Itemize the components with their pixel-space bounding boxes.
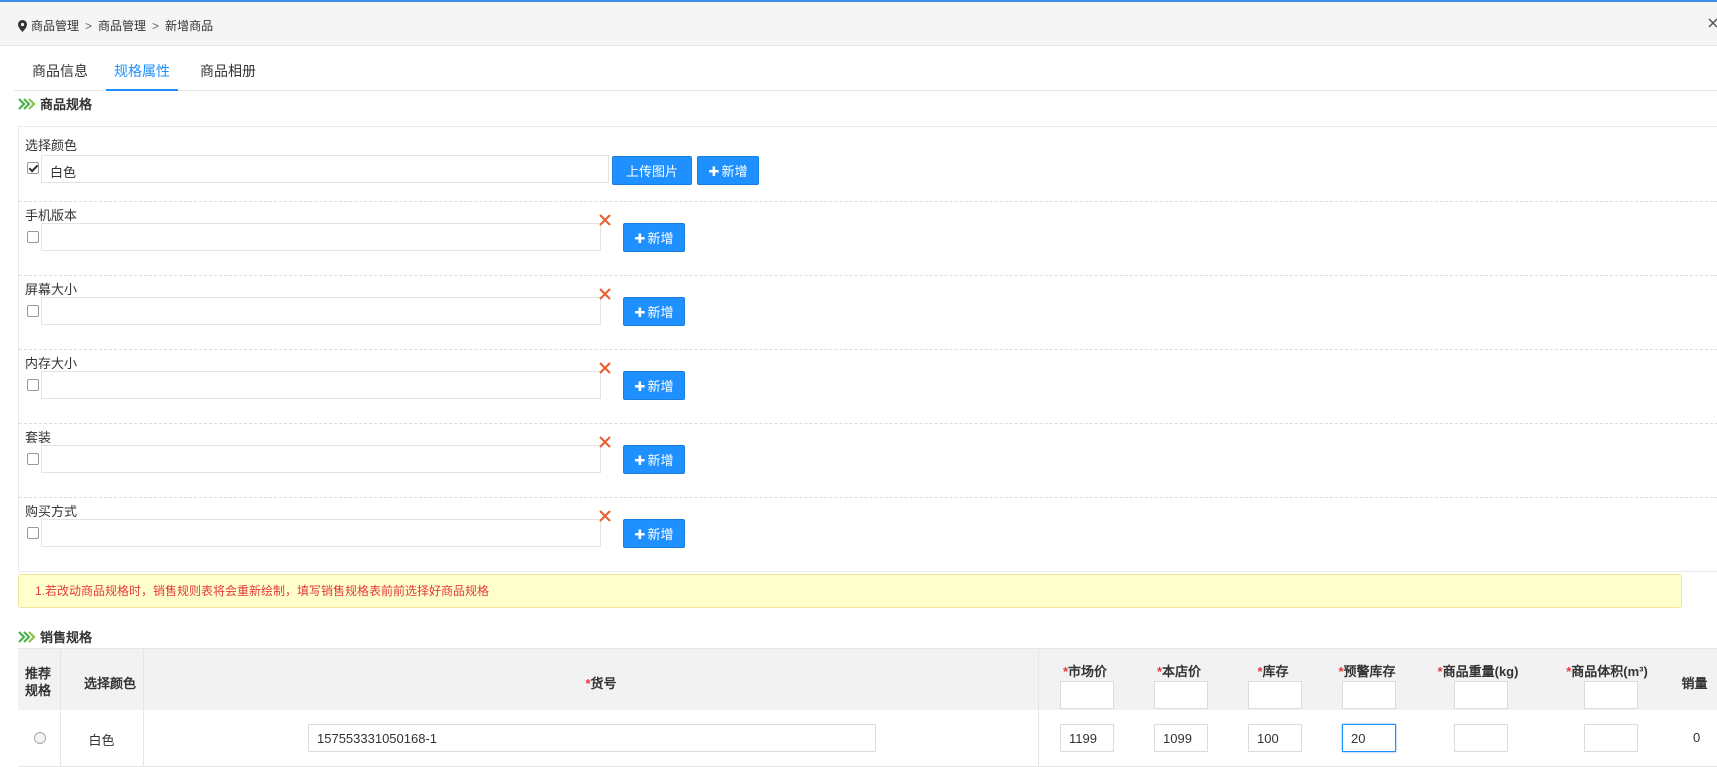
batch-market-price-input[interactable]: [1060, 681, 1114, 709]
section-title: 商品规格: [40, 97, 93, 112]
delete-x-icon[interactable]: [598, 287, 612, 301]
batch-warn-stock-input[interactable]: [1342, 681, 1396, 709]
top-bar: 商品管理 > 商品管理 > 新增商品: [0, 2, 1717, 46]
add-spec-button[interactable]: ✚ 新增: [623, 297, 685, 326]
delete-x-icon[interactable]: [598, 509, 612, 523]
double-chevron-icon: [18, 97, 36, 110]
th-shop-price: *本店价: [1156, 664, 1202, 679]
batch-weight-input[interactable]: [1454, 681, 1508, 709]
table-header-row: 推荐规格 选择颜色 *货号 *市场价 *本店价 *库存 *预警库存 *商品重量(…: [18, 648, 1717, 712]
delete-x-icon[interactable]: [598, 213, 612, 227]
upload-image-button[interactable]: 上传图片: [612, 156, 692, 185]
spec-value-input[interactable]: [41, 445, 601, 473]
spec-value-input[interactable]: [41, 519, 601, 547]
add-spec-button[interactable]: ✚ 新增: [623, 445, 685, 474]
spec-value-input[interactable]: [41, 223, 601, 251]
th-weight: *商品重量(kg): [1437, 664, 1519, 679]
shop-price-input[interactable]: 1099: [1154, 724, 1208, 752]
spec-group-label: 内存大小: [25, 356, 78, 371]
spec-group-label: 手机版本: [25, 208, 78, 223]
weight-input[interactable]: [1454, 724, 1508, 752]
breadcrumb-item-current: 新增商品: [165, 19, 214, 33]
section-title: 销售规格: [40, 630, 93, 645]
close-icon[interactable]: [1707, 16, 1717, 30]
table-row: 白色 157553331050168-1 1199 1099 100 20 0: [18, 710, 1717, 767]
spec-group-label: 套装: [25, 430, 52, 445]
recommend-radio[interactable]: [34, 732, 46, 744]
spec-group-phone-version: 手机版本 ✚ 新增: [19, 201, 1717, 276]
volume-input[interactable]: [1584, 724, 1638, 752]
stock-input[interactable]: 100: [1248, 724, 1302, 752]
spec-group-screen-size: 屏幕大小 ✚ 新增: [19, 275, 1717, 350]
notice-banner: 1.若改动商品规格时，销售规则表将会重新绘制，填写销售规格表前前选择好商品规格: [18, 574, 1682, 608]
add-spec-button[interactable]: ✚ 新增: [697, 156, 759, 185]
spec-group-memory-size: 内存大小 ✚ 新增: [19, 349, 1717, 424]
row-sales: 0: [1693, 730, 1701, 745]
sales-spec-table: 推荐规格 选择颜色 *货号 *市场价 *本店价 *库存 *预警库存 *商品重量(…: [18, 648, 1717, 767]
breadcrumb-item[interactable]: 商品管理: [31, 17, 79, 34]
spec-checkbox[interactable]: [27, 231, 39, 243]
breadcrumb-separator: >: [152, 18, 160, 33]
add-spec-button[interactable]: ✚ 新增: [623, 223, 685, 252]
column-divider: [1038, 649, 1039, 711]
th-market-price: *市场价: [1062, 664, 1108, 679]
th-recommend: 推荐规格: [24, 666, 51, 698]
spec-checkbox[interactable]: [27, 453, 39, 465]
spec-checkbox[interactable]: [27, 162, 39, 174]
tab-spec-attributes[interactable]: 规格属性: [106, 52, 178, 91]
breadcrumb-item[interactable]: 商品管理: [98, 17, 146, 34]
breadcrumb: 商品管理 > 商品管理 > 新增商品: [18, 17, 213, 34]
add-spec-button[interactable]: ✚ 新增: [623, 371, 685, 400]
add-spec-button[interactable]: ✚ 新增: [623, 519, 685, 548]
th-stock: *库存: [1257, 664, 1289, 679]
sales-spec-header: 销售规格: [18, 627, 92, 646]
location-pin-icon: [18, 19, 27, 32]
delete-x-icon[interactable]: [598, 361, 612, 375]
th-sales: 销量: [1681, 676, 1708, 691]
delete-x-icon[interactable]: [598, 435, 612, 449]
spec-panel: 选择颜色 白色 上传图片 ✚ 新增 手机版本 ✚ 新增 屏幕大小 ✚ 新增 内存大小 …: [18, 126, 1717, 572]
th-volume: *商品体积(m³): [1566, 664, 1648, 679]
spec-group-label: 选择颜色: [25, 138, 78, 153]
batch-shop-price-input[interactable]: [1154, 681, 1208, 709]
tab-product-album[interactable]: 商品相册: [198, 52, 258, 90]
th-warn-stock: *预警库存: [1338, 664, 1396, 679]
spec-group-color: 选择颜色 白色 上传图片 ✚ 新增: [19, 127, 1717, 202]
spec-value-input[interactable]: [41, 297, 601, 325]
market-price-input[interactable]: 1199: [1060, 724, 1114, 752]
spec-checkbox[interactable]: [27, 305, 39, 317]
double-chevron-icon: [18, 630, 36, 643]
spec-group-bundle: 套装 ✚ 新增: [19, 423, 1717, 498]
spec-checkbox[interactable]: [27, 379, 39, 391]
spec-group-label: 购买方式: [25, 504, 78, 519]
sku-input[interactable]: 157553331050168-1: [308, 724, 876, 752]
column-divider: [143, 710, 144, 766]
warn-stock-input[interactable]: 20: [1342, 724, 1396, 752]
tab-product-info[interactable]: 商品信息: [30, 52, 90, 90]
tab-bar: 商品信息 规格属性 商品相册: [14, 52, 1717, 91]
column-divider: [1038, 710, 1039, 766]
spec-group-purchase-method: 购买方式 ✚ 新增: [19, 497, 1717, 572]
row-color: 白色: [88, 733, 115, 748]
breadcrumb-separator: >: [85, 18, 93, 33]
spec-checkbox[interactable]: [27, 527, 39, 539]
batch-stock-input[interactable]: [1248, 681, 1302, 709]
product-spec-header: 商品规格: [18, 94, 92, 113]
spec-value-input[interactable]: 白色: [41, 155, 609, 183]
spec-value-input[interactable]: [41, 371, 601, 399]
th-sku: *货号: [585, 676, 617, 691]
batch-volume-input[interactable]: [1584, 681, 1638, 709]
spec-group-label: 屏幕大小: [25, 282, 78, 297]
